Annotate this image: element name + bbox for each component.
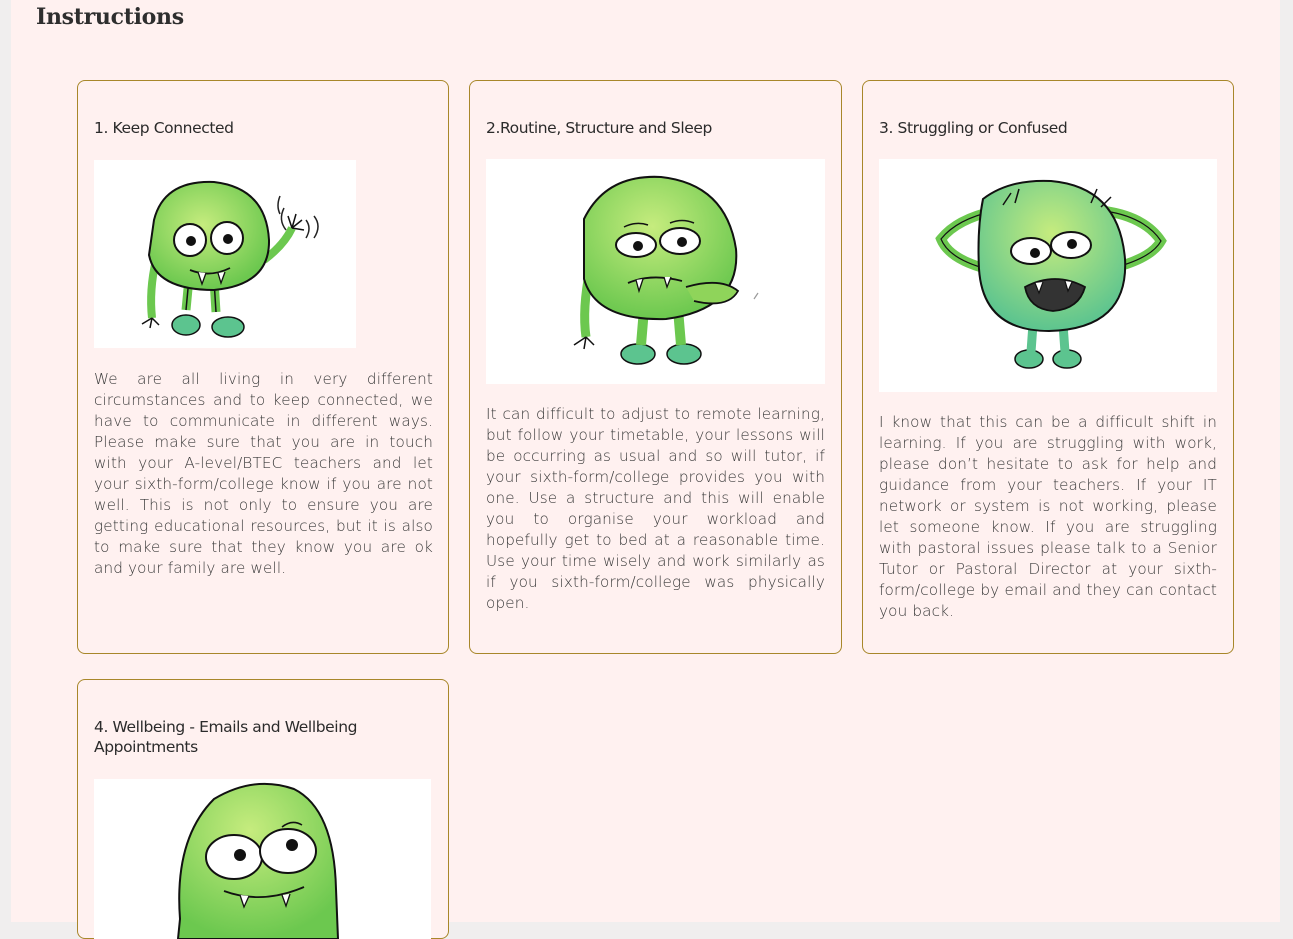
page-title: Instructions [36, 4, 184, 30]
card-body-text: I know that this can be a difficult shif… [879, 413, 1217, 620]
smiling-monster-icon [94, 779, 431, 939]
thinking-monster-icon [486, 159, 825, 384]
confused-monster-icon [879, 159, 1217, 392]
card-keep-connected: 1. Keep Connected We are all living in v… [77, 80, 449, 654]
card-routine-structure-sleep: 2.Routine, Structure and Sleep It can di… [469, 80, 842, 654]
instructions-page: Instructions 1. Keep Connected We are al… [11, 0, 1280, 939]
waving-monster-icon [94, 160, 356, 348]
card-body-text: We are all living in very different circ… [94, 370, 433, 577]
card-title: 2.Routine, Structure and Sleep [486, 119, 712, 137]
card-title: 4. Wellbeing - Emails and Wellbeing Appo… [94, 718, 358, 756]
card-struggling-confused: 3. Struggling or Confused I know that th… [862, 80, 1234, 654]
card-title: 1. Keep Connected [94, 119, 234, 137]
card-wellbeing: 4. Wellbeing - Emails and Wellbeing Appo… [77, 679, 449, 939]
card-body-text: It can difficult to adjust to remote lea… [486, 405, 825, 612]
card-title: 3. Struggling or Confused [879, 119, 1068, 137]
